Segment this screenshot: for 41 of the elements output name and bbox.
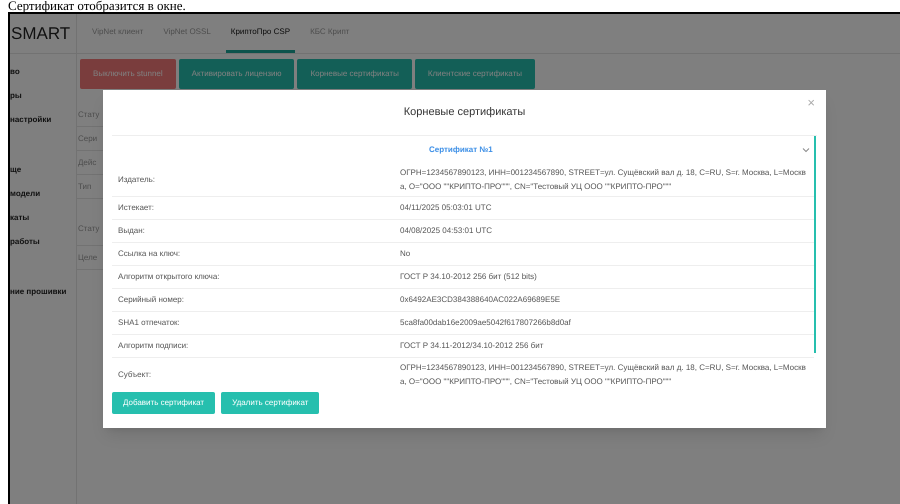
nav-tab[interactable]: КриптоПро CSP	[226, 13, 296, 53]
field-label: Алгоритм подписи:	[118, 340, 190, 352]
field-label: Субъект:	[118, 369, 152, 381]
chevron-icon	[802, 146, 810, 152]
field-label: Издатель:	[118, 174, 156, 186]
sidebar-item[interactable]: настройки	[10, 114, 76, 138]
field-label: Истекает:	[118, 202, 155, 214]
field-value: 04/08/2025 04:53:01 UTC	[400, 225, 494, 237]
field-value: 5ca8fa00dab16e2009ae5042f617807266b8d0af	[400, 317, 572, 329]
field-label: SHA1 отпечаток:	[118, 317, 181, 329]
field-value: ГОСТ Р 34.10-2012 256 бит (512 bits)	[400, 271, 538, 283]
accordion-title: Сертификат №1	[429, 144, 493, 156]
modal-title: Корневые сертификаты	[404, 105, 526, 120]
modal-button[interactable]: Удалить сертификат	[221, 392, 320, 414]
field-value: 04/11/2025 05:03:01 UTC	[400, 202, 492, 214]
action-button[interactable]: Корневые сертификаты	[297, 59, 412, 89]
field-label: Выдан:	[118, 225, 146, 237]
field-value: ОГРН=1234567890123, ИНН=001234567890, STREET=ул. Сущёвский вал д. 18, C=RU, S=г. Москва, L=Москва, O="ООО ""КРИПТО-ПРО""", CN="Тестовый УЦ ООО ""КРИПТО-ПРО"""	[400, 166, 807, 193]
sidebar-item[interactable]: ще	[10, 164, 76, 188]
field-value: 0x6492AE3CD384388640AC022A69689E5E	[400, 294, 562, 306]
logo-text: SMART	[11, 22, 70, 45]
action-button[interactable]: Клиентские сертификаты	[414, 59, 535, 89]
sidebar-item[interactable]: модели	[10, 188, 76, 212]
accordion-header[interactable]: Сертификат №1	[112, 136, 814, 163]
action-button[interactable]: Активировать лицензию	[178, 59, 294, 89]
sidebar-item[interactable]: во	[10, 66, 76, 90]
sidebar-item[interactable]: ры	[10, 90, 76, 114]
modal-button[interactable]: Добавить сертификат	[112, 392, 216, 414]
field-value: ГОСТ Р 34.11-2012/34.10-2012 256 бит	[400, 340, 544, 352]
field-value: No	[400, 248, 412, 260]
field-label: Серийный номер:	[118, 294, 185, 306]
scrollbar[interactable]	[814, 136, 816, 353]
sidebar-item[interactable]: работы	[10, 236, 76, 260]
field-value: ОГРН=1234567890123, ИНН=001234567890, STREET=ул. Сущёвский вал д. 18, C=RU, S=г. Москва, L=Москва, O="ООО ""КРИПТО-ПРО""", CN="Тестовый УЦ ООО ""КРИПТО-ПРО"""	[400, 362, 807, 388]
sidebar-item[interactable]: каты	[10, 212, 76, 236]
field-label: Алгоритм открытого ключа:	[118, 271, 220, 283]
field-label: Ссылка на ключ:	[118, 248, 182, 260]
sidebar-item[interactable]: ние прошивки	[10, 286, 76, 310]
action-button[interactable]: Выключить stunnel	[80, 59, 176, 89]
close-button[interactable]: ×	[807, 96, 815, 109]
caption-text: Сертификат отобразится в окне.	[7, 0, 187, 12]
